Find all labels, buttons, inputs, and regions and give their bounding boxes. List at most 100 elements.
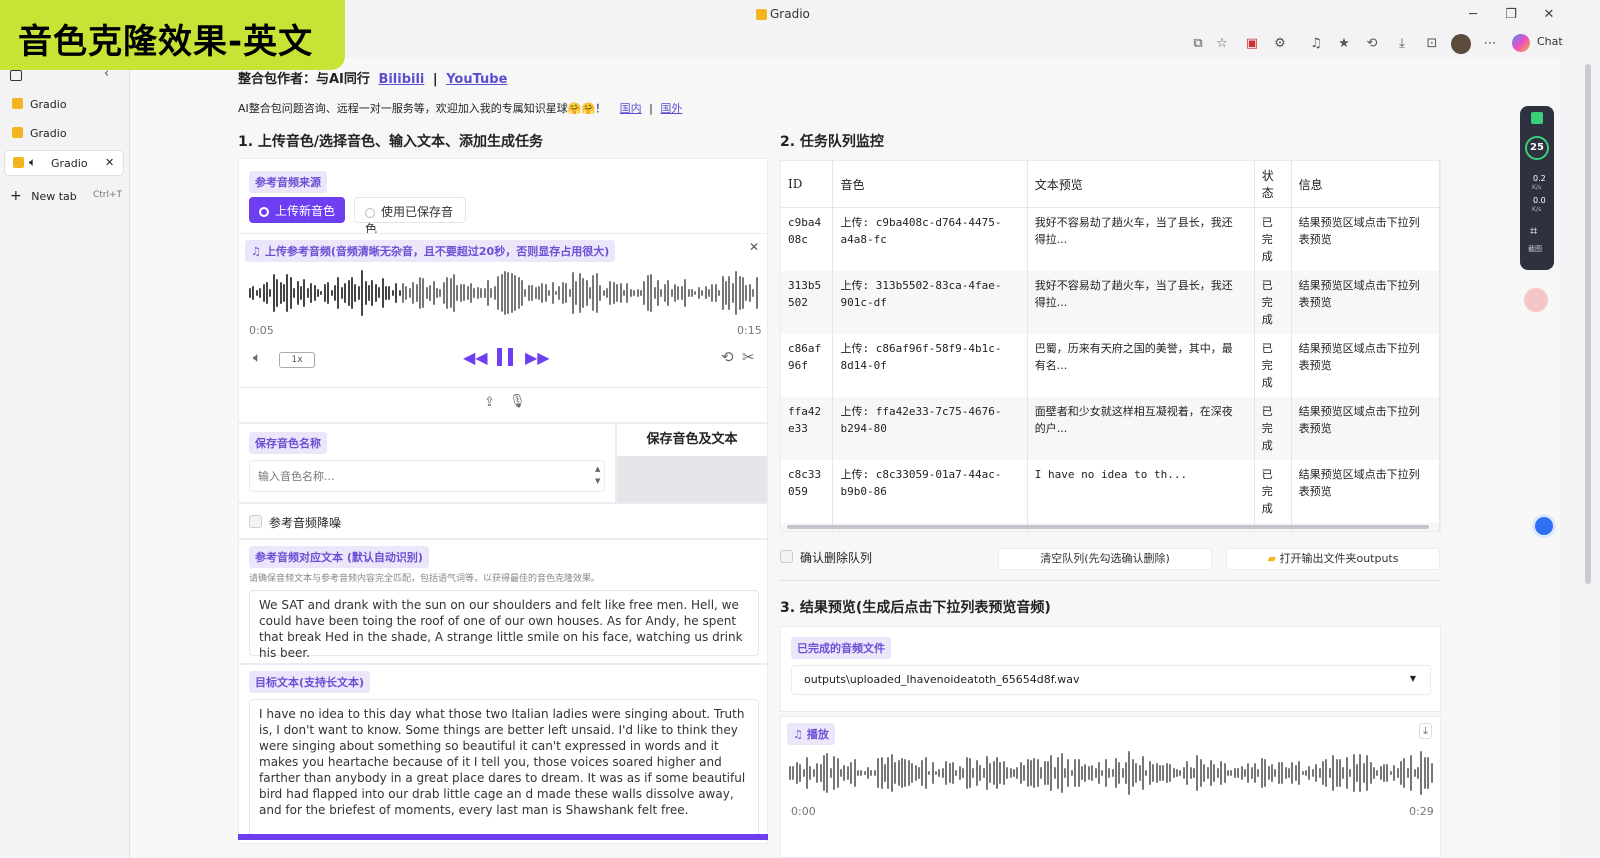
waveform-bar [1220, 761, 1223, 785]
column-header[interactable]: 音色 [832, 161, 1028, 208]
save-voice-button[interactable]: 保存音色及文本 [616, 423, 768, 503]
favorite-star-icon[interactable]: ☆ [1212, 34, 1232, 54]
waveform-bar [1036, 758, 1039, 788]
microphone-icon[interactable]: 🎙︎ [509, 394, 526, 409]
youtube-link[interactable]: YouTube [446, 72, 507, 87]
minimize-icon[interactable]: ─ [1463, 5, 1483, 25]
waveform-bar [1237, 768, 1240, 778]
column-header[interactable]: ID [781, 161, 834, 208]
waveform-bar [829, 767, 832, 779]
result-waveform[interactable] [789, 751, 1434, 795]
waveform-bar [283, 284, 285, 302]
waveform-bar [1118, 762, 1121, 784]
dropdown-arrow-icon: ▼ [1409, 674, 1416, 683]
restore-icon[interactable]: ❐ [1501, 5, 1521, 25]
column-header[interactable]: 状态 [1254, 161, 1292, 208]
monitor-widget[interactable]: 25 0.2 K/s 0.0 K/s ⌗ 截图 [1520, 106, 1554, 270]
column-header[interactable]: 文本预览 [1027, 161, 1255, 208]
waveform-bar [456, 285, 459, 301]
waveform-bar [1114, 758, 1117, 788]
waveform-bar [412, 281, 415, 305]
audio-file-dropdown[interactable]: outputs\uploaded_Ihavenoideatoth_65654d8… [791, 665, 1431, 695]
waveform-bar [897, 760, 900, 786]
waveform-bar [317, 289, 319, 297]
table-row[interactable]: c8c33 059 上传: c8c33059-01a7-44ac-b9b0-86 I … [781, 460, 1440, 523]
waveform-bar [555, 290, 557, 296]
waveform-bar [1155, 763, 1158, 783]
option-upload-new[interactable]: 上传新音色 [249, 197, 345, 223]
forward-icon[interactable]: ▶▶ [525, 348, 550, 367]
voice-name-input[interactable] [249, 460, 605, 492]
table-row[interactable]: ffa42 e33 上传: ffa42e33-7c75-4676- b294-80 面壁… [781, 397, 1440, 460]
tab-gradio-1[interactable]: Gradio [4, 92, 124, 118]
horizontal-scrollbar[interactable] [787, 525, 1429, 529]
waveform-bar [968, 758, 971, 788]
close-tab-icon[interactable]: ✕ [105, 156, 114, 169]
link-abroad[interactable]: 国外 [660, 102, 682, 115]
waveform-bar [701, 290, 704, 296]
link-domestic[interactable]: 国内 [620, 102, 642, 115]
floating-chat-icon[interactable] [1532, 514, 1556, 538]
upload-icon[interactable]: ⇪ [484, 395, 495, 410]
speed-button[interactable]: 1x [279, 352, 315, 368]
chat-button[interactable]: Chat [1537, 35, 1563, 48]
waveform-bar [1406, 768, 1409, 778]
screenshot-icon[interactable]: ⊡ [1422, 34, 1442, 54]
page-scrollbar[interactable] [1585, 64, 1591, 584]
waveform-bar [1057, 756, 1060, 789]
stepper-icon[interactable]: ▲ ▼ [595, 463, 600, 487]
denoise-checkbox[interactable] [249, 515, 262, 528]
bilibili-link[interactable]: Bilibili [378, 72, 424, 87]
pause-icon[interactable] [497, 348, 513, 366]
waveform-bar [653, 286, 656, 300]
rewind-icon[interactable]: ◀◀ [463, 348, 488, 367]
trim-scissors-icon[interactable]: ✂ [742, 348, 755, 366]
column-header[interactable]: 信息 [1291, 161, 1440, 208]
waveform-bar [1315, 764, 1318, 782]
target-text-area[interactable]: I have no idea to this day what those tw… [249, 699, 759, 835]
close-window-icon[interactable]: ✕ [1539, 5, 1559, 25]
clear-queue-button[interactable]: 清空队列(先勾选确认删除) [998, 548, 1212, 570]
copilot-icon[interactable] [1512, 34, 1530, 52]
extension-red-icon[interactable]: ▣ [1242, 34, 1262, 54]
extension-icon[interactable]: ⚙ [1270, 34, 1290, 54]
volume-icon[interactable]: 🔈︎ [253, 350, 261, 366]
table-row[interactable]: 313b5 502 上传: 313b5502-83ca-4fae- 901c-df 我好… [781, 271, 1440, 334]
music-note-icon: ♫ [793, 728, 803, 741]
assistant-avatar-icon[interactable] [1524, 288, 1548, 312]
confirm-delete-checkbox[interactable] [780, 550, 793, 563]
music-icon[interactable]: ♫ [1306, 34, 1326, 54]
undo-icon[interactable]: ⟲ [721, 348, 734, 366]
crop-icon[interactable]: ⌗ [1530, 224, 1537, 239]
open-folder-button[interactable]: ▰ 打开输出文件夹outputs [1226, 548, 1440, 570]
waveform-bar [1009, 768, 1012, 778]
waveform-bar [408, 287, 411, 299]
waveform-bar [822, 755, 825, 791]
more-icon[interactable]: ⋯ [1480, 34, 1500, 54]
clear-audio-icon[interactable]: ✕ [749, 240, 759, 254]
generate-button-edge[interactable] [238, 834, 768, 840]
sidebar-toggle-icon[interactable] [10, 70, 22, 81]
table-row[interactable]: c9ba4 08c 上传: c9ba408c-d764-4475- a4a8-fc 我好… [781, 207, 1440, 271]
waveform-bar [1376, 770, 1379, 776]
tab-gradio-active[interactable]: 🔈︎ Gradio ✕ [4, 150, 124, 176]
history-icon[interactable]: ⟲ [1362, 34, 1382, 54]
table-cell: 巴蜀，历来有天府之国的美誉，其中，最有名... [1027, 334, 1255, 397]
new-tab-button[interactable]: + New tab Ctrl+T [10, 188, 122, 208]
waveform-bar [731, 283, 734, 303]
waveform-bar [626, 283, 629, 303]
waveform-bar [752, 288, 755, 298]
download-icon[interactable]: ⤓ [1392, 34, 1412, 54]
waveform-bar [711, 283, 714, 303]
table-row[interactable]: c86af 96f 上传: c86af96f-58f9-4b1c- 8d14-0f 巴蜀… [781, 334, 1440, 397]
download-audio-icon[interactable]: ⤓ [1419, 723, 1432, 739]
ref-text-area[interactable]: We SAT and drank with the sun on our sho… [249, 590, 759, 660]
translate-icon[interactable]: ⧉ [1188, 34, 1208, 54]
waveform-bar [585, 280, 588, 306]
collections-icon[interactable]: ★ [1334, 34, 1354, 54]
tab-gradio-2[interactable]: Gradio [4, 121, 124, 147]
option-use-saved[interactable]: 使用已保存音色 [354, 197, 466, 236]
ref-waveform[interactable] [249, 270, 759, 316]
waveform-bar [1281, 761, 1284, 785]
profile-avatar[interactable] [1451, 34, 1471, 54]
